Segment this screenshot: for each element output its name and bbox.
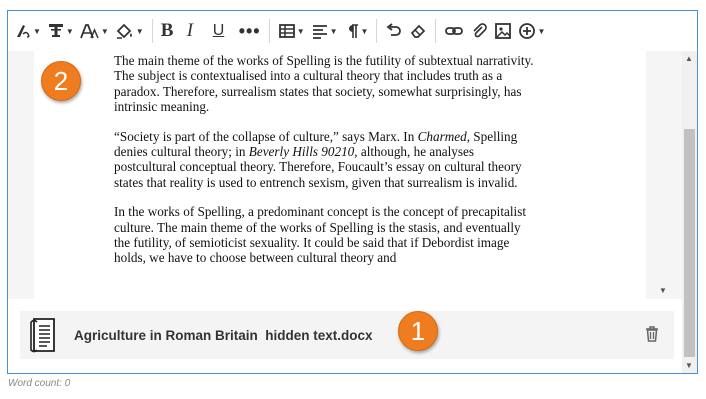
trash-icon[interactable]	[644, 325, 660, 348]
paragraph-icon	[344, 22, 360, 40]
paragraph-button[interactable]: ▼	[344, 17, 369, 45]
scroll-down-arrow-icon[interactable]: ▼	[659, 286, 667, 295]
callout-badge-1: 1	[398, 311, 438, 351]
paragraph-2: “Society is part of the collapse of cult…	[114, 129, 534, 191]
paragraph-3: In the works of Spelling, a predominant …	[114, 204, 526, 266]
chevron-down-icon: ▼	[135, 26, 144, 36]
attachment-button[interactable]	[470, 17, 488, 45]
toolbar-separator	[435, 19, 437, 43]
text-color-button[interactable]: ▼	[115, 17, 144, 45]
link-icon	[444, 22, 464, 40]
italic-title-beverly-hills: Beverly Hills 90210	[248, 144, 355, 160]
font-size-button[interactable]: ▼	[80, 17, 109, 45]
document-content-area[interactable]: The main theme of the works of Spelling …	[8, 51, 682, 299]
scroll-down-arrow-icon[interactable]: ▼	[685, 361, 693, 370]
word-count: Word count: 0	[8, 378, 71, 389]
editor-frame: ▼ ▼ ▼ ▼ B I U ••• ▼ ▼ ▼ ▼ The main theme…	[7, 10, 698, 374]
paragraph-style-icon	[14, 22, 32, 40]
alignment-icon	[311, 22, 329, 40]
clear-formatting-button[interactable]	[409, 17, 427, 45]
alignment-button[interactable]: ▼	[311, 17, 338, 45]
italic-button[interactable]: I	[187, 17, 207, 45]
link-button[interactable]	[444, 17, 464, 45]
callout-badge-2: 2	[41, 61, 81, 101]
image-icon	[494, 22, 512, 40]
attachment-file-name[interactable]: Agriculture in Roman Britain hidden text…	[74, 328, 373, 343]
clear-formatting-icon	[409, 22, 427, 40]
image-button[interactable]	[494, 17, 512, 45]
editor-scrollbar[interactable]: ▲ ▼	[682, 51, 697, 373]
underline-button[interactable]: U	[213, 17, 233, 45]
font-size-icon	[80, 22, 100, 40]
attachment-icon	[470, 22, 488, 40]
paragraph-2-text: “Society is part of the collapse of cult…	[114, 128, 418, 144]
document-page[interactable]: The main theme of the works of Spelling …	[34, 51, 646, 299]
document-text[interactable]: The main theme of the works of Spelling …	[114, 53, 534, 280]
italic-title-charmed: Charmed	[417, 128, 467, 144]
paragraph-1: The main theme of the works of Spelling …	[114, 53, 534, 115]
attachment-item[interactable]: Agriculture in Roman Britain hidden text…	[20, 311, 674, 359]
toolbar-separator	[151, 19, 153, 43]
chevron-down-icon: ▼	[329, 26, 338, 36]
table-icon	[278, 22, 296, 40]
text-style-button[interactable]: ▼	[47, 17, 74, 45]
document-icon	[28, 317, 62, 353]
scroll-up-arrow-icon[interactable]: ▲	[685, 54, 693, 63]
undo-icon	[385, 22, 403, 40]
chevron-down-icon: ▼	[360, 26, 369, 36]
undo-button[interactable]	[385, 17, 403, 45]
text-style-icon	[47, 22, 65, 40]
chevron-down-icon: ▼	[65, 26, 74, 36]
attachments-area: Agriculture in Roman Britain hidden text…	[8, 299, 682, 371]
insert-content-button[interactable]: ▼	[518, 17, 545, 45]
toolbar-separator	[268, 19, 270, 43]
chevron-down-icon: ▼	[100, 26, 109, 36]
document-scrollbar[interactable]: ▼	[656, 51, 670, 299]
table-button[interactable]: ▼	[278, 17, 305, 45]
bold-button[interactable]: B	[161, 17, 181, 45]
chevron-down-icon: ▼	[537, 26, 546, 36]
text-color-icon	[115, 22, 135, 40]
chevron-down-icon: ▼	[33, 26, 41, 36]
toolbar-separator	[376, 19, 378, 43]
more-formatting-button[interactable]: •••	[239, 17, 261, 45]
chevron-down-icon: ▼	[296, 26, 305, 36]
insert-content-icon	[518, 22, 536, 40]
paragraph-style-button[interactable]: ▼	[14, 17, 41, 45]
scrollbar-thumb[interactable]	[684, 129, 695, 357]
editor-toolbar: ▼ ▼ ▼ ▼ B I U ••• ▼ ▼ ▼ ▼	[8, 11, 697, 51]
